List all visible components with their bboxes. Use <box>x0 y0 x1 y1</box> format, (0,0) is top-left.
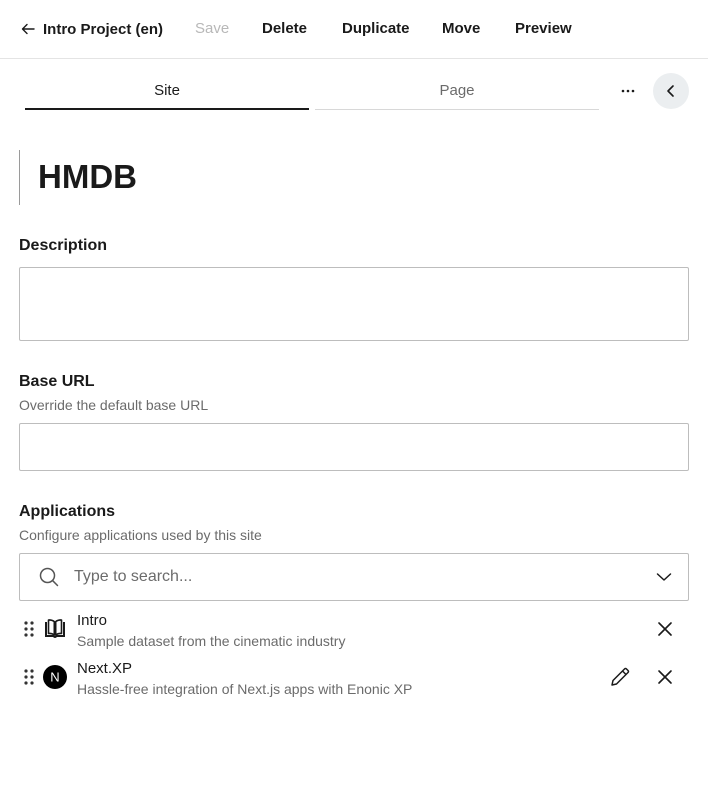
remove-icon[interactable] <box>656 620 674 638</box>
base-url-input[interactable] <box>19 423 689 471</box>
back-button[interactable]: Intro Project (en) <box>20 18 163 40</box>
collapse-panel-button[interactable] <box>653 73 689 109</box>
save-button[interactable]: Save <box>195 18 229 40</box>
open-book-icon <box>45 619 65 638</box>
nextjs-logo-letter: N <box>50 670 59 685</box>
more-options-button[interactable] <box>614 78 642 104</box>
chevron-left-icon <box>667 85 674 97</box>
site-title[interactable]: HMDB <box>38 155 137 199</box>
application-description: Sample dataset from the cinematic indust… <box>77 633 346 649</box>
application-item: N Next.XP Hassle-free integration of Nex… <box>19 660 689 704</box>
base-url-help: Override the default base URL <box>19 397 209 413</box>
application-search-input[interactable] <box>74 564 634 590</box>
drag-handle-icon[interactable] <box>23 620 35 638</box>
toolbar: Intro Project (en) Save Delete Duplicate… <box>0 0 708 59</box>
nextjs-logo-icon: N <box>43 665 67 689</box>
chevron-down-icon[interactable] <box>656 570 672 584</box>
remove-icon[interactable] <box>656 668 674 686</box>
move-button[interactable]: Move <box>442 18 480 40</box>
description-label: Description <box>19 237 108 254</box>
title-divider <box>19 150 20 205</box>
tab-bar: Site Page <box>25 72 599 112</box>
applications-help: Configure applications used by this site <box>19 527 262 543</box>
drag-handle-icon[interactable] <box>23 668 35 686</box>
preview-button[interactable]: Preview <box>515 18 572 40</box>
tab-page[interactable]: Page <box>315 72 599 110</box>
project-name: Intro Project (en) <box>43 20 164 38</box>
application-name: Intro <box>77 612 108 629</box>
applications-label: Applications <box>19 503 116 520</box>
application-item: Intro Sample dataset from the cinematic … <box>19 612 689 656</box>
application-search[interactable] <box>19 553 689 601</box>
description-field[interactable] <box>19 267 689 341</box>
tab-site[interactable]: Site <box>25 72 309 110</box>
base-url-label: Base URL <box>19 373 95 390</box>
application-description: Hassle-free integration of Next.js apps … <box>77 681 413 697</box>
search-icon <box>39 567 59 587</box>
arrow-left-icon <box>21 23 35 35</box>
application-name: Next.XP <box>77 660 133 677</box>
delete-button[interactable]: Delete <box>262 18 307 40</box>
duplicate-button[interactable]: Duplicate <box>342 18 410 40</box>
pencil-icon[interactable] <box>609 666 631 688</box>
ellipsis-icon <box>621 89 635 93</box>
